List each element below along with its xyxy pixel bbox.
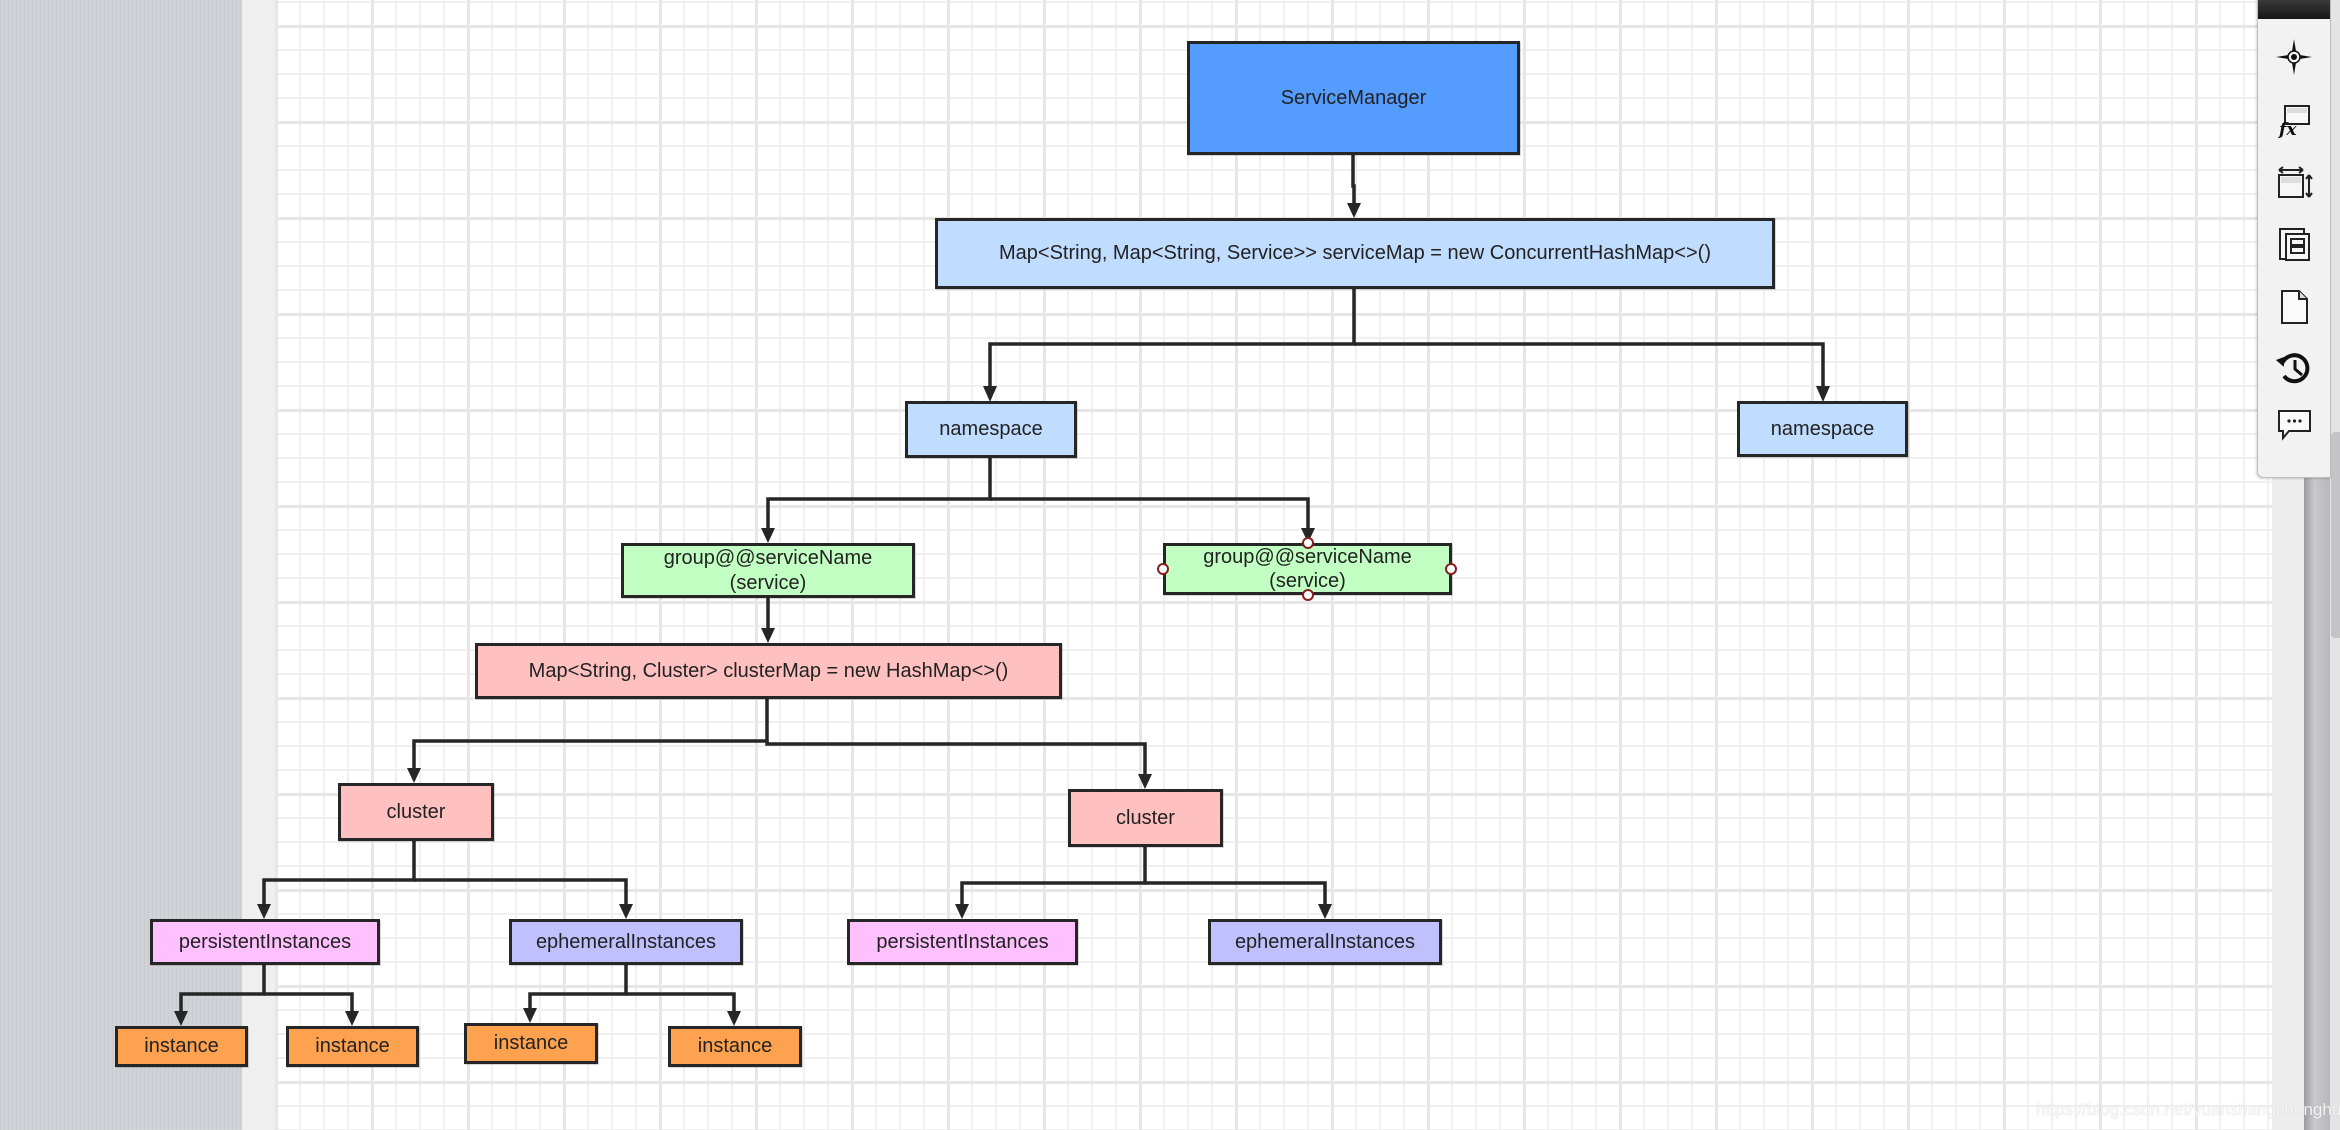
pages-icon	[2279, 228, 2310, 261]
node-label: persistentInstances	[178, 930, 352, 953]
svg-text:fx: fx	[2278, 120, 2297, 140]
node-label: ephemeralInstances	[535, 930, 717, 953]
document-button[interactable]	[2274, 287, 2314, 327]
node-cluster-1[interactable]: cluster	[338, 783, 494, 841]
node-label: Map<String, Map<String, Service>> servic…	[998, 242, 1711, 264]
node-persistent-instances-2[interactable]: persistentInstances	[847, 919, 1078, 965]
history-icon	[2275, 353, 2310, 384]
node-label: namespace	[939, 418, 1043, 440]
vertical-scrollbar-track[interactable]	[2304, 477, 2330, 1130]
node-label: instance	[697, 1035, 773, 1057]
node-instance-4[interactable]: instance	[668, 1026, 802, 1067]
formula-icon: fx	[2278, 105, 2310, 140]
node-ephemeral-instances-1[interactable]: ephemeralInstances	[509, 919, 743, 965]
node-namespace-1[interactable]: namespace	[905, 401, 1077, 458]
connection-handle-left[interactable]	[1157, 563, 1169, 575]
node-instance-1[interactable]: instance	[115, 1026, 248, 1067]
node-label: cluster	[386, 800, 446, 823]
comment-icon	[2278, 410, 2311, 441]
node-label: ServiceManager	[1280, 86, 1427, 109]
size-button[interactable]	[2274, 163, 2314, 203]
pages-button[interactable]	[2274, 225, 2314, 265]
node-service-map[interactable]: Map<String, Map<String, Service>> servic…	[935, 218, 1775, 289]
node-instance-2[interactable]: instance	[286, 1026, 419, 1067]
document-icon	[2281, 290, 2308, 324]
node-namespace-2[interactable]: namespace	[1737, 401, 1908, 457]
node-service-1[interactable]: group@@serviceName (service)	[621, 543, 915, 598]
formula-button[interactable]: fx	[2274, 100, 2314, 140]
toolbar-header	[2258, 0, 2330, 19]
node-cluster-2[interactable]: cluster	[1068, 789, 1223, 847]
node-label: ephemeralInstances	[1234, 930, 1416, 953]
node-label-line1: group@@serviceName	[663, 546, 873, 569]
node-persistent-instances-1[interactable]: persistentInstances	[150, 919, 380, 965]
node-service-manager[interactable]: ServiceManager	[1187, 41, 1520, 155]
navigator-button[interactable]	[2274, 37, 2314, 77]
node-service-2-selected[interactable]: group@@serviceName (service)	[1163, 543, 1452, 595]
node-label: Map<String, Cluster> clusterMap = new Ha…	[528, 659, 1009, 682]
resize-icon	[2278, 166, 2313, 198]
history-button[interactable]	[2274, 348, 2314, 388]
right-toolbar: fx	[2257, 0, 2331, 478]
node-label-line2: (service)	[729, 571, 807, 594]
node-label: persistentInstances	[876, 930, 1049, 953]
watermark: https://blog.csdn.net/yuanshangshenghuo	[2036, 1100, 2340, 1119]
node-cluster-map[interactable]: Map<String, Cluster> clusterMap = new Ha…	[475, 643, 1062, 699]
vertical-scrollbar-thumb[interactable]	[2331, 432, 2340, 638]
node-label: instance	[144, 1035, 219, 1057]
connection-handle-right[interactable]	[1445, 563, 1457, 575]
node-label: instance	[315, 1035, 390, 1057]
node-label: cluster	[1116, 806, 1175, 829]
connection-handle-bottom[interactable]	[1302, 589, 1314, 601]
connection-handle-top[interactable]	[1302, 537, 1314, 549]
comments-button[interactable]	[2274, 403, 2314, 443]
node-instance-3[interactable]: instance	[464, 1023, 598, 1064]
compass-icon	[2276, 39, 2312, 75]
node-label: instance	[493, 1032, 569, 1054]
node-label: namespace	[1770, 417, 1875, 440]
node-ephemeral-instances-2[interactable]: ephemeralInstances	[1208, 919, 1442, 965]
